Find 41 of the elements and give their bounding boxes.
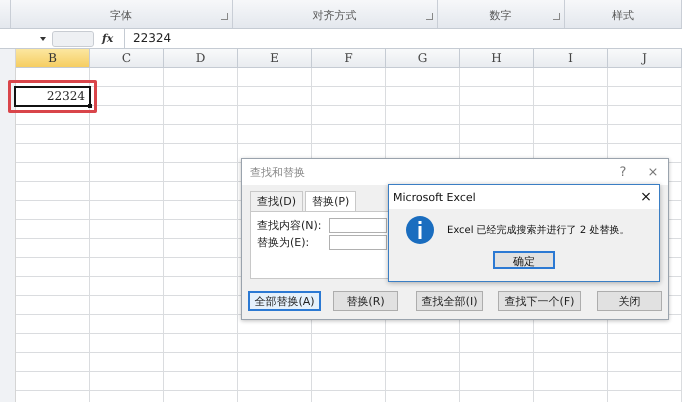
column-header[interactable]: J	[608, 49, 682, 68]
dialog-button[interactable]: 替换(R)	[332, 291, 398, 311]
ribbon-group-label: 样式	[612, 8, 634, 23]
dropdown-icon[interactable]	[40, 36, 46, 40]
ribbon-group-label: 对齐方式	[312, 8, 357, 23]
column-header[interactable]: H	[460, 49, 534, 68]
dialog-button[interactable]: 关闭	[596, 291, 662, 311]
dialog-launcher-icon[interactable]	[220, 13, 228, 20]
ribbon-group-label: 数字	[490, 8, 512, 23]
info-icon	[405, 215, 435, 245]
dialog-button[interactable]: 查找全部(I)	[416, 291, 484, 311]
dialog-button[interactable]: 全部替换(A)	[248, 291, 321, 311]
ribbon-group-label: 字体	[110, 8, 132, 23]
dialog-tab[interactable]: 查找(D)	[250, 191, 304, 211]
dialog-button[interactable]: 查找下一个(F)	[498, 291, 581, 311]
insert-function-button[interactable]: fx	[102, 32, 124, 45]
field-label: 查找内容(N):	[257, 218, 323, 233]
close-button[interactable]: ×	[638, 164, 668, 180]
input-field[interactable]	[329, 218, 387, 233]
column-header[interactable]: G	[386, 49, 460, 68]
column-header[interactable]: C	[90, 49, 164, 68]
field-label: 替换为(E):	[257, 235, 310, 250]
column-header[interactable]: I	[534, 49, 608, 68]
column-header[interactable]: B	[16, 49, 90, 68]
name-box-divider-handle[interactable]	[52, 30, 94, 46]
column-header[interactable]: F	[312, 49, 386, 68]
dialog-launcher-icon[interactable]	[426, 13, 433, 20]
dialog-launcher-icon[interactable]	[552, 13, 560, 20]
dialog-tab[interactable]: 替换(P)	[305, 191, 356, 211]
formula-bar-field[interactable]: 22324	[124, 29, 682, 48]
dialog-title: 查找和替换	[250, 164, 306, 180]
close-button[interactable]: ×	[633, 189, 659, 205]
message-text: Excel 已经完成搜索并进行了 2 处替换。	[447, 224, 630, 237]
column-header[interactable]: D	[164, 49, 238, 68]
input-field[interactable]	[329, 235, 387, 250]
row-header-strip	[0, 49, 16, 68]
column-header[interactable]: E	[238, 49, 312, 68]
active-cell[interactable]: 22324	[14, 86, 91, 107]
ok-button[interactable]: 确定	[493, 251, 555, 269]
message-box-title: Microsoft Excel	[393, 190, 477, 204]
help-button[interactable]: ?	[608, 164, 638, 180]
